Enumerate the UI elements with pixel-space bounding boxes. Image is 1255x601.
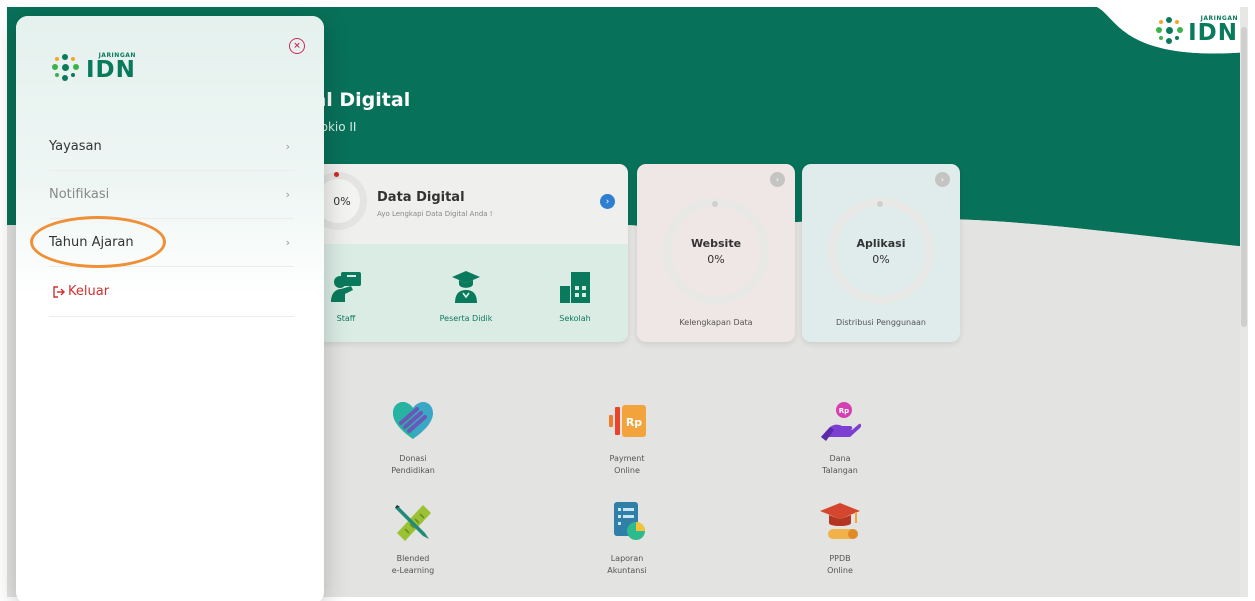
data-digital-progress: 0% (333, 194, 351, 208)
chevron-right-icon: › (285, 236, 290, 249)
divider (49, 316, 294, 317)
chevron-right-icon[interactable]: › (770, 172, 785, 187)
website-title: Website (690, 236, 742, 250)
brand-logo-top: JARINGAN IDN (1154, 15, 1238, 45)
menu-label: Tahun Ajaran (49, 235, 134, 250)
drawer-brand-logo: JARINGAN IDN (50, 52, 136, 82)
website-footer: Kelengkapan Data (679, 318, 753, 327)
menu-item-tahun-ajaran[interactable]: Tahun Ajaran › (49, 219, 294, 267)
logout-button[interactable]: Keluar (52, 284, 109, 299)
hand-coin-icon: Rp (821, 402, 862, 441)
service-label: Donasi Pendidikan (391, 454, 435, 475)
svg-text:Rp: Rp (839, 407, 849, 415)
side-drawer: JARINGAN IDN × Yayasan › Notifikasi › Ta… (16, 16, 324, 601)
chevron-right-icon: › (285, 188, 290, 201)
service-label: Blended e-Learning (391, 554, 435, 575)
category-label: Staff (336, 314, 356, 323)
website-value: 0% (707, 252, 725, 266)
logo-burst-icon (1154, 15, 1184, 45)
building-icon (560, 272, 590, 303)
logo-name: IDN (86, 56, 136, 83)
category-label: Sekolah (559, 314, 591, 323)
report-chart-icon (614, 502, 645, 540)
menu-label: Notifikasi (49, 187, 110, 202)
menu-item-yayasan[interactable]: Yayasan › (49, 123, 294, 171)
ring-marker-dot (877, 201, 883, 207)
website-card[interactable]: › Website 0% Kelengkapan Data (637, 164, 795, 342)
aplikasi-value: 0% (872, 252, 890, 266)
service-laporan-akuntansi[interactable]: Laporan Akuntansi (567, 499, 687, 576)
logo-name: IDN (1188, 19, 1238, 46)
scrollbar-thumb[interactable] (1241, 27, 1247, 327)
service-label: PPDB Online (827, 554, 853, 575)
data-digital-subtitle: Ayo Lengkapi Data Digital Anda ! (377, 210, 493, 218)
website-progress-ring: Website 0% (663, 198, 769, 304)
staff-icon (331, 272, 361, 302)
chevron-right-icon[interactable]: › (600, 194, 615, 209)
data-digital-header[interactable]: 0% Data Digital Ayo Lengkapi Data Digita… (307, 164, 628, 244)
service-label: Laporan Akuntansi (607, 554, 647, 575)
aplikasi-footer: Distribusi Penggunaan (836, 318, 926, 327)
ruler-pencil-icon (395, 505, 431, 541)
logout-label: Keluar (68, 284, 110, 299)
aplikasi-title: Aplikasi (856, 236, 906, 250)
service-ppdb-online[interactable]: PPDB Online (780, 499, 900, 576)
progress-marker-dot (334, 172, 339, 177)
payment-rp-icon: Rp (609, 405, 646, 437)
service-label: Dana Talangan (822, 454, 858, 475)
svg-text:Rp: Rp (626, 416, 642, 429)
category-sekolah[interactable]: Sekolah (530, 270, 620, 323)
chevron-right-icon[interactable]: › (935, 172, 950, 187)
ring-marker-dot (712, 201, 718, 207)
service-donasi-pendidikan[interactable]: Donasi Pendidikan (353, 399, 473, 476)
logout-icon (53, 285, 65, 298)
donation-heart-icon (393, 402, 433, 439)
service-dana-talangan[interactable]: Rp Dana Talangan (780, 399, 900, 476)
aplikasi-card[interactable]: › Aplikasi 0% Distribusi Penggunaan (802, 164, 960, 342)
category-label: Peserta Didik (439, 314, 493, 323)
logo-burst-icon (50, 52, 80, 82)
graduation-cap-icon (820, 503, 860, 539)
menu-item-notifikasi[interactable]: Notifikasi › (49, 171, 294, 219)
aplikasi-progress-ring: Aplikasi 0% (828, 198, 934, 304)
data-digital-title: Data Digital (377, 190, 465, 205)
service-blended-elearning[interactable]: Blended e-Learning (353, 499, 473, 576)
scrollbar-track[interactable] (1240, 7, 1248, 597)
service-label: Payment Online (609, 454, 645, 475)
data-digital-card[interactable]: 0% Data Digital Ayo Lengkapi Data Digita… (307, 164, 628, 342)
service-payment-online[interactable]: Rp Payment Online (567, 399, 687, 476)
graduate-icon (452, 271, 480, 303)
chevron-right-icon: › (285, 140, 290, 153)
close-icon[interactable]: × (289, 38, 305, 54)
category-peserta-didik[interactable]: Peserta Didik (421, 270, 511, 323)
menu-label: Yayasan (49, 139, 102, 154)
